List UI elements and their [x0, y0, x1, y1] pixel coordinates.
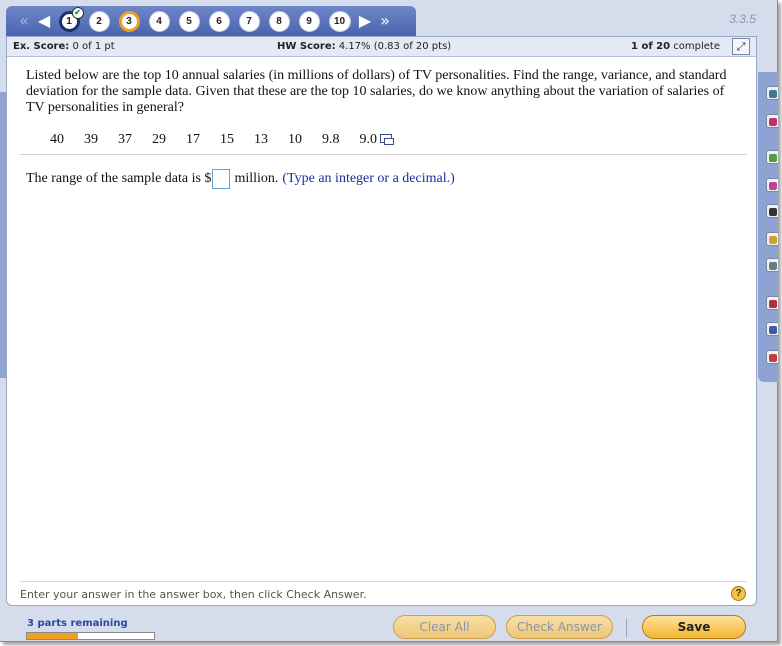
question-dot-10[interactable]: 10	[328, 10, 351, 32]
question-dot-5[interactable]: 5	[178, 10, 200, 32]
range-answer-input[interactable]	[212, 169, 231, 189]
first-question-icon[interactable]: «	[14, 6, 34, 36]
question-dot-3[interactable]: 3	[118, 10, 140, 32]
data-value: 37	[118, 132, 132, 147]
tool-book-icon[interactable]	[766, 86, 778, 100]
score-bar: Ex. Score: 0 of 1 pt HW Score: 4.17% (0.…	[7, 37, 756, 57]
question-dot-label: 10	[333, 15, 346, 27]
question-dot-label: 1	[66, 15, 72, 27]
question-dot-9[interactable]: 9	[298, 10, 320, 32]
answer-prefix: The range of the sample data is $	[26, 171, 212, 186]
section-divider	[20, 154, 747, 155]
partial-credit-icon: ✔	[71, 6, 84, 19]
tool-document-icon[interactable]	[766, 258, 778, 272]
help-icon[interactable]: ?	[731, 586, 746, 601]
question-dot-label: 6	[216, 15, 222, 27]
data-value: 9.0	[359, 132, 378, 147]
parts-progress-bar	[26, 632, 155, 640]
answer-line: The range of the sample data is $ millio…	[26, 169, 455, 189]
question-text: Listed below are the top 10 annual salar…	[26, 68, 727, 115]
question-dot-label: 7	[246, 15, 252, 27]
footer-divider	[20, 581, 747, 582]
tool-calculator-icon[interactable]	[766, 232, 778, 246]
data-value: 15	[220, 132, 234, 147]
question-dot-8[interactable]: 8	[268, 10, 290, 32]
tool-print-icon[interactable]	[766, 296, 778, 310]
question-dot-1[interactable]: 1 ✔	[58, 6, 84, 32]
data-value: 29	[152, 132, 166, 147]
data-value: 9.8	[322, 132, 340, 147]
tool-link-icon[interactable]	[766, 322, 778, 336]
data-value: 17	[186, 132, 200, 147]
homework-score-value: 4.17% (0.83 of 20 pts)	[338, 41, 452, 52]
copy-data-icon[interactable]	[380, 133, 394, 145]
question-dot-6[interactable]: 6	[208, 10, 230, 32]
instructions-text: Enter your answer in the answer box, the…	[20, 588, 367, 601]
section-number: 3.3.5	[729, 12, 756, 26]
tools-sidebar	[758, 72, 778, 382]
question-panel: Ex. Score: 0 of 1 pt HW Score: 4.17% (0.…	[6, 36, 757, 606]
completion-label: complete	[673, 41, 720, 52]
data-value: 13	[254, 132, 268, 147]
question-dot-label: 3	[126, 15, 132, 27]
question-nav-bar: « ◀ 1 ✔ 2 3 4 5 6 7 8 9 10 ▶ »	[6, 6, 416, 36]
button-separator	[626, 619, 627, 637]
answer-hint: (Type an integer or a decimal.)	[282, 171, 455, 186]
data-value: 40	[50, 132, 64, 147]
answer-suffix: million.	[234, 171, 279, 186]
next-question-icon[interactable]: ▶	[355, 6, 375, 36]
question-dot-4[interactable]: 4	[148, 10, 170, 32]
salary-data-row: 40 39 37 29 17 15 13 10 9.8 9.0	[50, 132, 394, 148]
tool-pen-icon[interactable]	[766, 114, 778, 128]
tool-media-icon[interactable]	[766, 178, 778, 192]
completion-count: 1 of 20	[631, 41, 671, 52]
question-dot-2[interactable]: 2	[88, 10, 110, 32]
check-answer-button[interactable]: Check Answer	[506, 615, 613, 639]
tool-flag-icon[interactable]	[766, 350, 778, 364]
exercise-score-label: Ex. Score:	[13, 41, 70, 52]
save-button[interactable]: Save	[642, 615, 746, 639]
data-value: 10	[288, 132, 302, 147]
completion-status: 1 of 20 complete	[631, 41, 720, 52]
question-dot-label: 5	[186, 15, 192, 27]
data-value: 39	[84, 132, 98, 147]
homework-score-label: HW Score:	[277, 41, 336, 52]
parts-progress-fill	[27, 633, 78, 639]
expand-window-icon[interactable]: ⤢	[732, 38, 750, 55]
exercise-score-value: 0 of 1 pt	[72, 41, 115, 52]
question-dot-label: 2	[96, 15, 102, 27]
tool-word-icon[interactable]	[766, 204, 778, 218]
clear-all-button[interactable]: Clear All	[393, 615, 496, 639]
question-dot-label: 4	[156, 15, 162, 27]
homework-score: HW Score: 4.17% (0.83 of 20 pts)	[277, 41, 451, 52]
last-question-icon[interactable]: »	[375, 6, 395, 36]
parts-remaining: 3 parts remaining	[27, 618, 128, 629]
tool-green-icon[interactable]	[766, 150, 778, 164]
question-dot-7[interactable]: 7	[238, 10, 260, 32]
question-dot-label: 8	[276, 15, 282, 27]
exercise-score: Ex. Score: 0 of 1 pt	[13, 41, 115, 52]
previous-question-icon[interactable]: ◀	[34, 6, 54, 36]
question-dot-label: 9	[306, 15, 312, 27]
